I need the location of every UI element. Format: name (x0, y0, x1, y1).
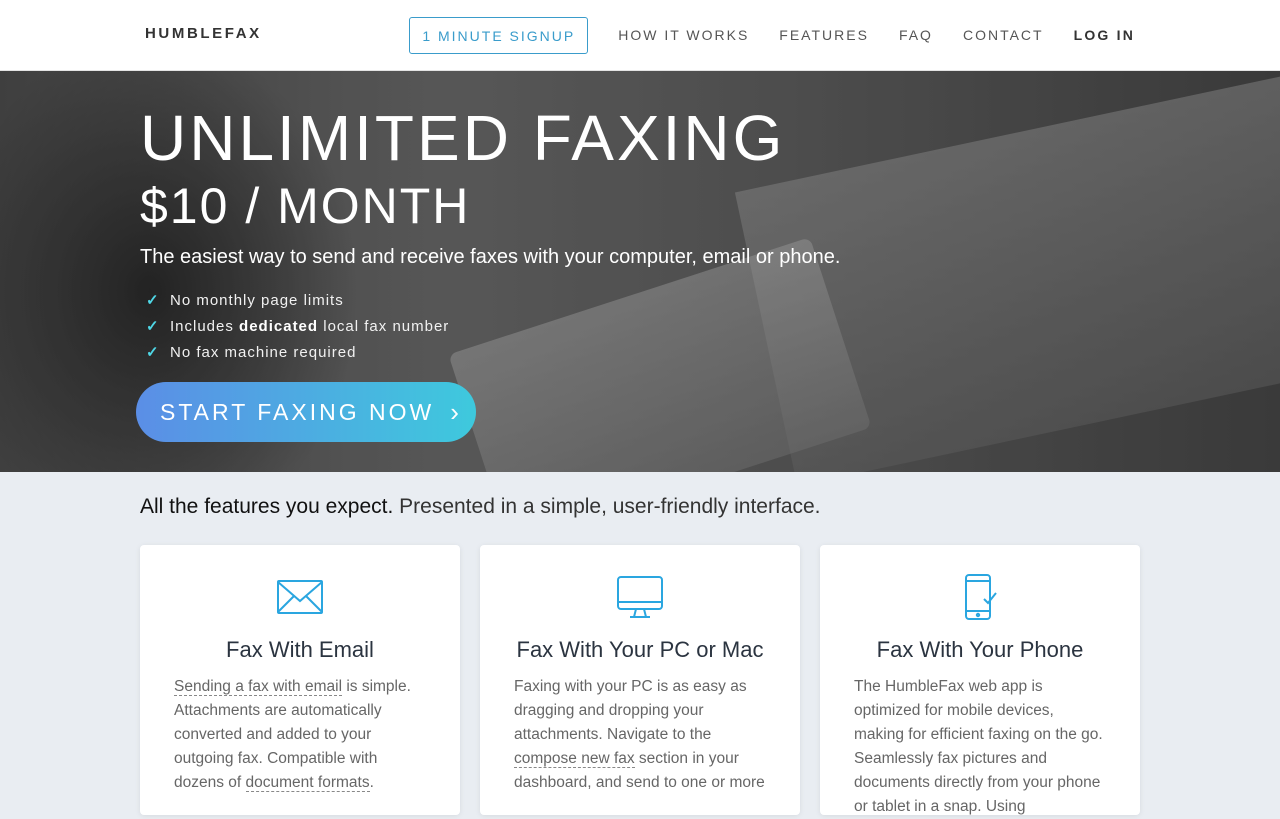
hero-section: UNLIMITED FAXING $10 / MONTH The easiest… (0, 71, 1280, 472)
hero-subtitle: The easiest way to send and receive faxe… (140, 246, 841, 268)
card-text: The HumbleFax web app is optimized for m… (854, 678, 1103, 815)
checklist-item: ✓ No monthly page limits (146, 287, 449, 313)
hero-price: $10 / MONTH (140, 178, 471, 234)
nav-features[interactable]: FEATURES (779, 27, 869, 43)
checklist-item: ✓ Includes dedicated local fax number (146, 313, 449, 339)
card-title: Fax With Your Phone (876, 637, 1084, 662)
envelope-icon (277, 580, 323, 614)
nav-faq[interactable]: FAQ (899, 27, 933, 43)
send-fax-email-link[interactable]: Sending a fax with email (174, 678, 343, 696)
card-title: Fax With Email (226, 637, 374, 662)
card-text: Sending a fax with email is simple. Atta… (174, 678, 411, 792)
checklist-bold: dedicated (239, 317, 319, 335)
cta-label: START FAXING NOW (160, 398, 435, 425)
login-link[interactable]: LOG IN (1074, 27, 1135, 43)
brand-logo[interactable]: HUMBLEFAX (145, 25, 262, 42)
checklist-item: ✓ No fax machine required (146, 339, 449, 365)
nav-how-it-works[interactable]: HOW IT WORKS (618, 27, 749, 43)
card-title: Fax With Your PC or Mac (516, 637, 764, 662)
document-formats-link[interactable]: document formats (245, 774, 370, 792)
card-text: Faxing with your PC is as easy as draggi… (514, 678, 765, 791)
signup-button[interactable]: 1 MINUTE SIGNUP (409, 16, 589, 54)
checkmark-icon: ✓ (146, 344, 160, 361)
monitor-icon (617, 576, 663, 618)
top-navbar: HUMBLEFAX 1 MINUTE SIGNUP HOW IT WORKS F… (0, 0, 1280, 71)
checklist-text: Includes dedicated local fax number (170, 317, 450, 335)
hero-title: UNLIMITED FAXING (140, 102, 786, 174)
feature-checklist: ✓ No monthly page limits ✓ Includes dedi… (146, 287, 449, 365)
compose-new-fax-link[interactable]: compose new fax (514, 750, 635, 768)
feature-card-phone: Fax With Your Phone The HumbleFax web ap… (820, 545, 1140, 815)
feature-card-email: Fax With Email Sending a fax with email … (140, 545, 460, 815)
checklist-text: No monthly page limits (170, 291, 344, 309)
start-faxing-button[interactable]: START FAXING NOW › (136, 382, 476, 442)
checklist-text: No fax machine required (170, 343, 357, 361)
features-heading: All the features you expect. Presented i… (140, 495, 821, 518)
feature-card-pc: Fax With Your PC or Mac Faxing with your… (480, 545, 800, 815)
chevron-right-icon: › (450, 396, 462, 427)
nav-contact[interactable]: CONTACT (963, 27, 1044, 43)
phone-check-icon (965, 574, 997, 620)
nav-links: 1 MINUTE SIGNUP HOW IT WORKS FEATURES FA… (409, 16, 1135, 54)
checkmark-icon: ✓ (146, 318, 160, 335)
checkmark-icon: ✓ (146, 292, 160, 309)
